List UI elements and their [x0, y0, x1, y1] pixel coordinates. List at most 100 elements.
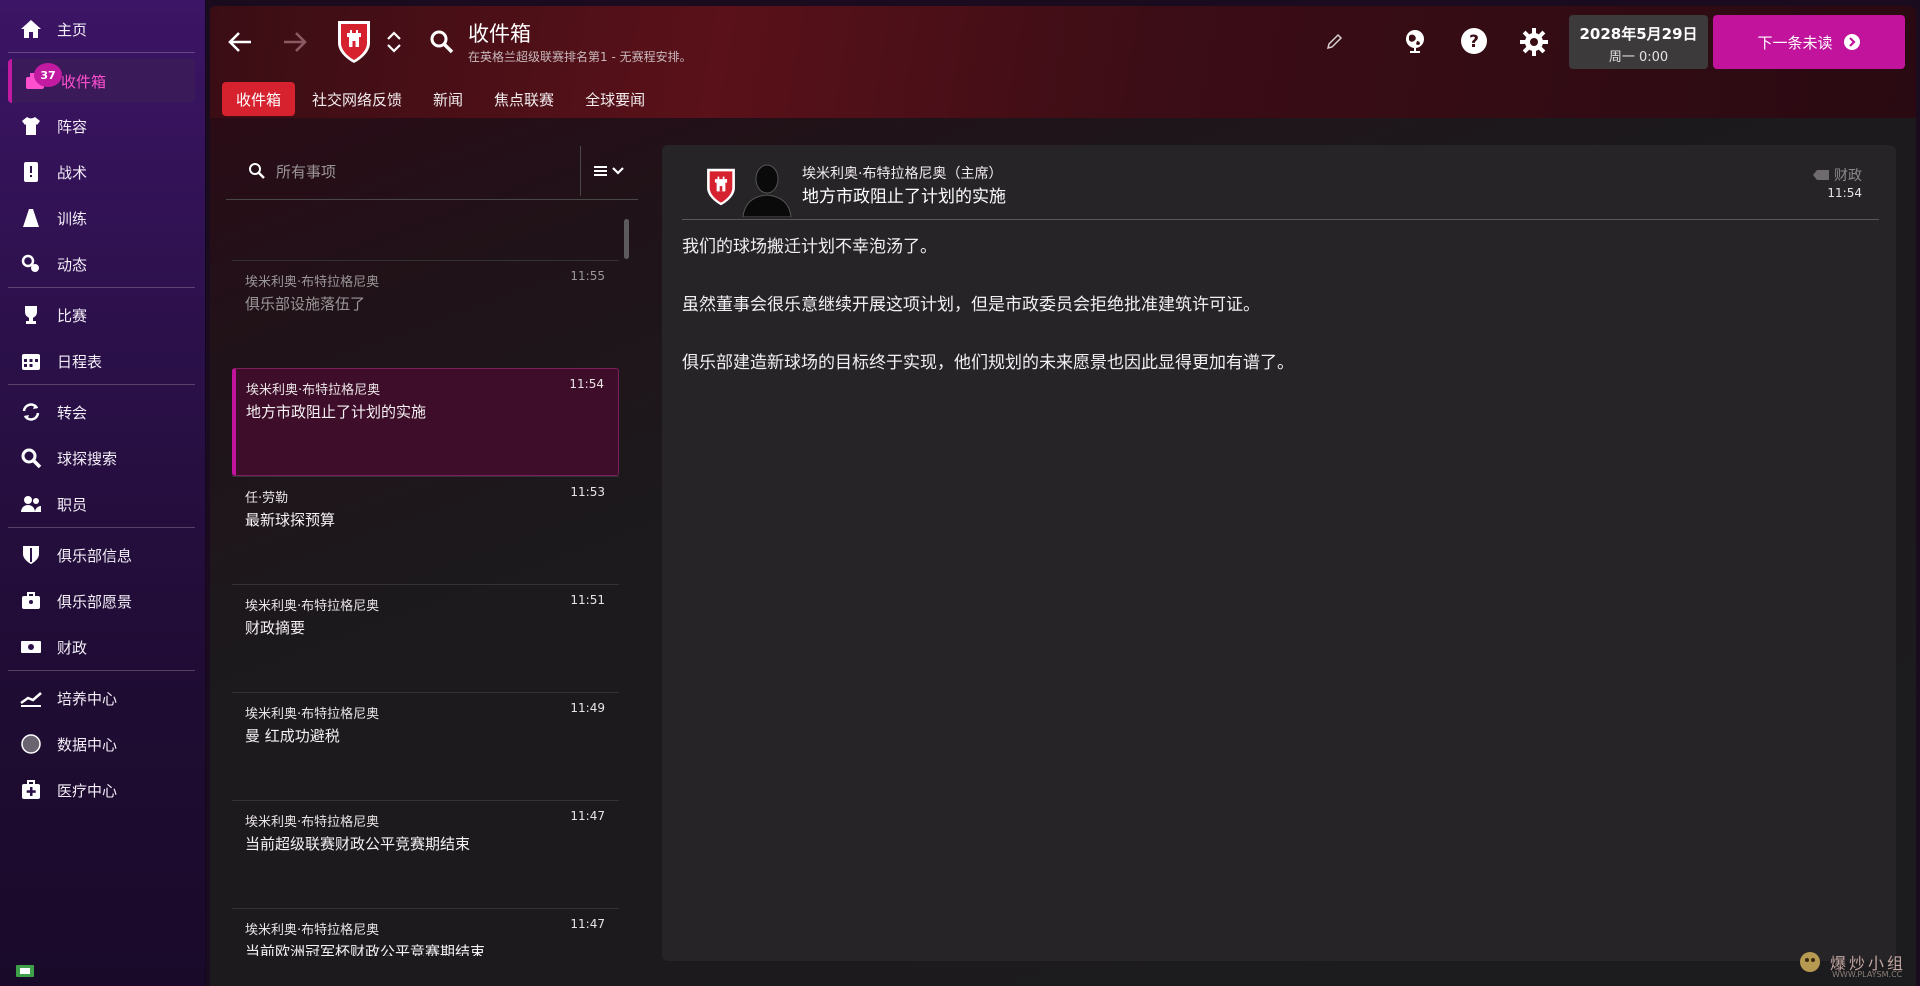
tactics-board-icon	[20, 161, 42, 183]
sidebar-item-dev-centre[interactable]: 培养中心	[0, 675, 205, 721]
help-icon: ?	[1461, 28, 1487, 54]
message-time: 11:47	[570, 917, 605, 931]
watermark-url: WWW.PLAYSM.CC	[1832, 970, 1903, 979]
next-unread-label: 下一条未读	[1757, 33, 1833, 52]
page-subtitle: 在英格兰超级联赛排名第1 - 无赛程安排。	[468, 50, 692, 64]
growth-chart-icon	[20, 687, 42, 709]
staff-people-icon	[20, 493, 42, 515]
svg-text:?: ?	[1469, 32, 1479, 52]
sidebar-item-label: 转会	[57, 403, 88, 422]
world-button[interactable]	[1400, 26, 1430, 56]
game-time: 周一 0:00	[1608, 50, 1669, 65]
message-sender: 任·劳勒	[245, 491, 289, 506]
club-switch-arrows[interactable]	[384, 24, 404, 60]
message-sender: 埃米利奥·布特拉格尼奥	[245, 275, 380, 290]
message-sender: 埃米利奥·布特拉格尼奥	[245, 923, 380, 938]
shirt-icon	[20, 115, 42, 137]
sidebar-item-label: 职员	[57, 495, 88, 514]
settings-button[interactable]	[1518, 26, 1550, 58]
back-button[interactable]	[225, 24, 255, 60]
sidebar-item-competitions[interactable]: 比赛	[0, 292, 205, 338]
money-icon	[20, 636, 42, 658]
list-item[interactable]: 埃米利奥·布特拉格尼奥 11:51 财政摘要	[232, 584, 619, 692]
sidebar-item-label: 日程表	[57, 352, 103, 371]
list-item[interactable]: 任·劳勒 11:53 最新球探预算	[232, 476, 619, 584]
list-menu-icon	[594, 166, 607, 176]
briefcase-icon	[20, 590, 42, 612]
club-crest-button[interactable]	[335, 19, 373, 65]
chevron-down-icon	[612, 167, 624, 175]
gear-icon	[1520, 28, 1548, 56]
inbox-unread-badge: 37	[34, 63, 62, 87]
sidebar-item-schedule[interactable]: 日程表	[0, 338, 205, 384]
sidebar-item-label: 主页	[57, 20, 88, 39]
sidebar-item-label: 医疗中心	[57, 781, 118, 800]
next-unread-button[interactable]: 下一条未读	[1713, 15, 1905, 69]
list-item[interactable]: 埃米利奥·布特拉格尼奥 11:47 当前超级联赛财政公平竞赛期结束	[232, 800, 619, 908]
sidebar-item-inbox[interactable]: 37 收件箱	[8, 59, 195, 103]
app-window: 主页 37 收件箱 阵容 战术 训练 动态 比赛 日程表 转会 球探搜索 职员 …	[0, 0, 1920, 986]
sidebar-item-club-info[interactable]: 俱乐部信息	[0, 532, 205, 578]
tab-world-news[interactable]: 全球要闻	[571, 82, 659, 116]
sidebar-item-label: 比赛	[57, 306, 88, 325]
message-time: 11:51	[570, 593, 605, 607]
shield-icon	[20, 544, 42, 566]
sidebar-item-dynamics[interactable]: 动态	[0, 241, 205, 287]
watermark: 爆炒小组 WWW.PLAYSM.CC	[1798, 950, 1906, 979]
sender-avatar[interactable]	[737, 157, 797, 218]
list-item[interactable]: 埃米利奥·布特拉格尼奥 11:47 当前欧洲冠军杯财政公平竞赛期结束	[232, 908, 619, 956]
trophy-icon	[20, 304, 42, 326]
forward-button[interactable]	[280, 24, 310, 60]
watermark-logo-icon	[1800, 952, 1820, 972]
message-sender: 埃米利奥·布特拉格尼奥	[246, 383, 381, 398]
message-time: 11:54	[1827, 186, 1862, 200]
sidebar-item-transfers[interactable]: 转会	[0, 389, 205, 435]
sidebar-item-home[interactable]: 主页	[0, 6, 205, 52]
sidebar-item-training[interactable]: 训练	[0, 195, 205, 241]
list-filter-button[interactable]	[580, 146, 638, 196]
message-subject: 最新球探预算	[245, 511, 336, 529]
sidebar-item-tactics[interactable]: 战术	[0, 149, 205, 195]
message-sender[interactable]: 埃米利奥·布特拉格尼奥（主席）	[802, 163, 1002, 183]
message-time: 11:49	[570, 701, 605, 715]
tab-news[interactable]: 新闻	[419, 82, 477, 116]
list-item[interactable]: 埃米利奥·布特拉格尼奥 11:55 俱乐部设施落伍了	[232, 260, 619, 368]
sidebar-item-squad[interactable]: 阵容	[0, 103, 205, 149]
edit-button[interactable]	[1322, 30, 1346, 54]
collapse-sidebar-icon[interactable]	[16, 962, 34, 977]
inbox-search-input[interactable]: 所有事项	[226, 146, 580, 196]
sidebar-item-label: 训练	[57, 209, 88, 228]
global-search-button[interactable]	[428, 28, 456, 56]
sidebar-item-label: 培养中心	[57, 689, 118, 708]
game-date: 2028年5月29日	[1579, 25, 1698, 43]
chevron-down-icon	[387, 44, 401, 53]
help-button[interactable]: ?	[1459, 26, 1489, 56]
sidebar-item-medical[interactable]: 医疗中心	[0, 767, 205, 813]
tab-social-feedback[interactable]: 社交网络反馈	[298, 82, 416, 116]
sidebar-item-data-hub[interactable]: 数据中心	[0, 721, 205, 767]
sidebar-item-staff[interactable]: 职员	[0, 481, 205, 527]
sidebar-item-finances[interactable]: 财政	[0, 624, 205, 670]
message-paragraph: 我们的球场搬迁计划不幸泡汤了。	[682, 237, 937, 257]
home-icon	[20, 18, 42, 40]
list-item[interactable]: 埃米利奥·布特拉格尼奥 11:49 曼 红成功避税	[232, 692, 619, 800]
sidebar-item-label: 收件箱	[61, 72, 107, 91]
tab-inbox[interactable]: 收件箱	[222, 82, 296, 116]
arrow-left-icon	[228, 32, 251, 52]
list-scrollbar[interactable]	[624, 219, 629, 259]
message-time: 11:55	[570, 269, 605, 283]
magnifier-icon	[20, 447, 42, 469]
message-paragraph: 俱乐部建造新球场的目标终于实现，他们规划的未来愿景也因此显得更加有谱了。	[682, 353, 1294, 373]
message-subject: 地方市政阻止了计划的实施	[802, 187, 1006, 207]
sidebar-item-scouting[interactable]: 球探搜索	[0, 435, 205, 481]
tag-icon	[1813, 170, 1829, 180]
pencil-icon	[1326, 33, 1343, 50]
sidebar-item-club-vision[interactable]: 俱乐部愿景	[0, 578, 205, 624]
training-cone-icon	[20, 207, 42, 229]
list-item-selected[interactable]: 埃米利奥·布特拉格尼奥 11:54 地方市政阻止了计划的实施	[232, 368, 619, 476]
club-crest-icon	[705, 167, 737, 207]
tab-focus-leagues[interactable]: 焦点联赛	[480, 82, 568, 116]
list-header-divider	[226, 199, 638, 200]
message-sender: 埃米利奥·布特拉格尼奥	[245, 599, 380, 614]
game-date-box[interactable]: 2028年5月29日 周一 0:00	[1569, 15, 1708, 69]
